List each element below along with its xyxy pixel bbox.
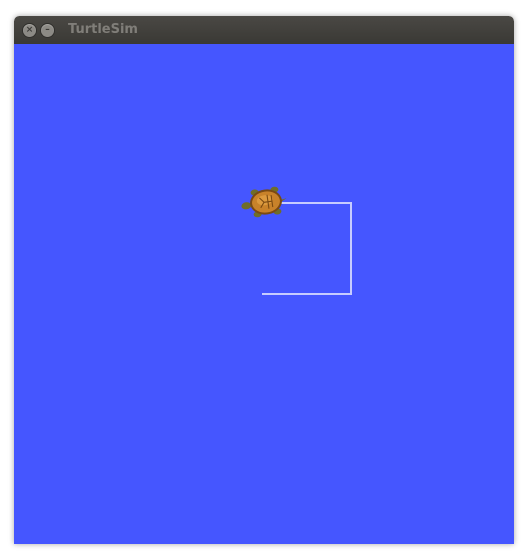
close-icon[interactable]: ×: [23, 24, 36, 37]
window-title: TurtleSim: [68, 22, 138, 37]
turtlesim-window: × – TurtleSim: [14, 16, 514, 544]
turtle-canvas: [14, 44, 514, 544]
title-bar[interactable]: × – TurtleSim: [14, 16, 514, 44]
minimize-icon[interactable]: –: [41, 24, 54, 37]
